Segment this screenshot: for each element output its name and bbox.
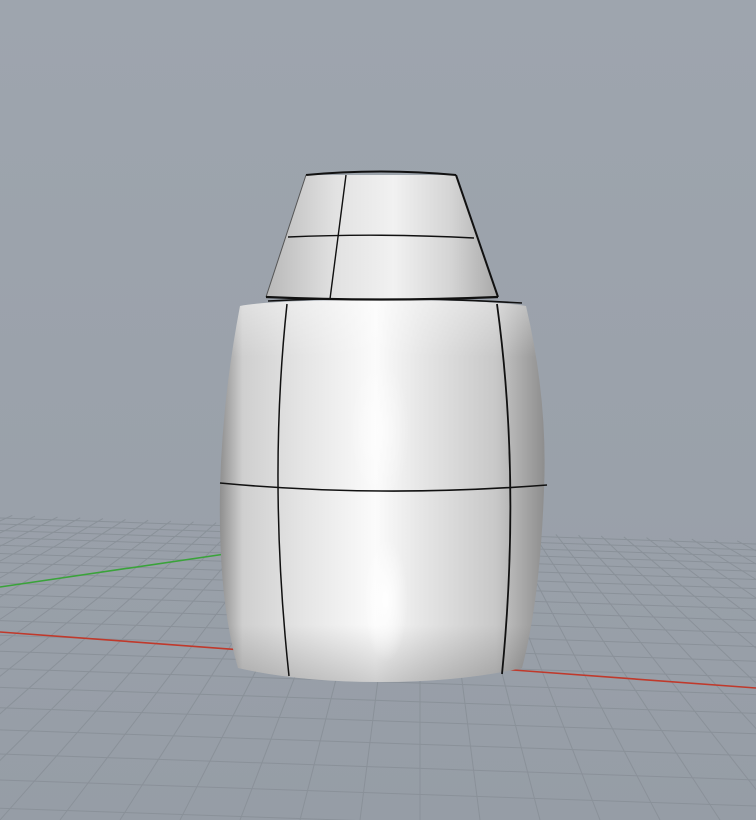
- grid-line: [0, 707, 756, 735]
- cap-top-rim-curve: [305, 170, 457, 176]
- grid-line: [0, 686, 756, 714]
- grid-line: [0, 515, 36, 534]
- grid-line: [0, 779, 756, 807]
- specular-highlight: [350, 360, 410, 500]
- grid-line: [0, 807, 356, 820]
- frustum-cap[interactable]: [265, 170, 499, 301]
- specular-highlight: [364, 538, 408, 662]
- perspective-viewport[interactable]: [0, 0, 756, 820]
- grid-line: [532, 533, 721, 820]
- viewport-canvas[interactable]: [0, 0, 756, 820]
- grid-line: [0, 729, 756, 757]
- grid-line: [0, 753, 756, 781]
- grid-line: [714, 539, 756, 565]
- barrel-body[interactable]: [219, 297, 548, 682]
- grid-line: [0, 521, 194, 677]
